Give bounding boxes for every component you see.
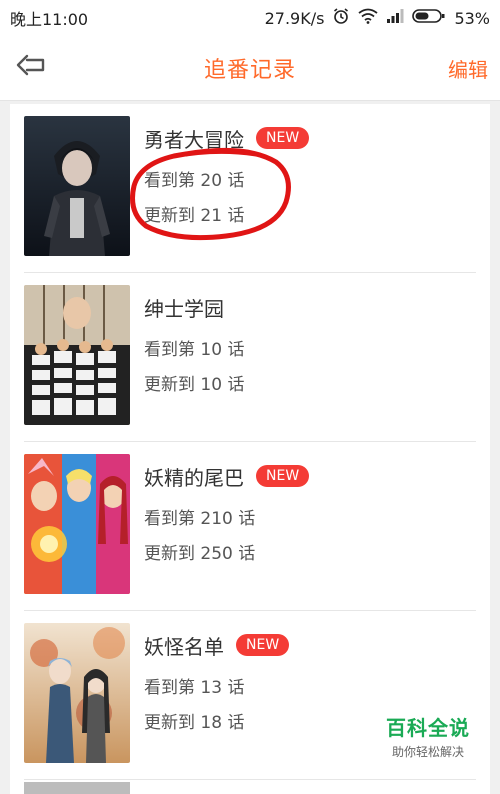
battery-icon: [412, 8, 446, 28]
alarm-icon: [332, 7, 350, 29]
watched-progress: 看到第 20 话: [144, 171, 245, 191]
follow-list: 勇者大冒险 NEW 看到第 20 话 更新到 21 话 绅士学园 看到第 10 …: [10, 104, 490, 794]
watched-progress: 看到第 210 话: [144, 509, 256, 529]
updated-progress: 更新到 250 话: [144, 544, 256, 564]
list-item[interactable]: 妖精的尾巴 NEW 看到第 210 话 更新到 250 话: [24, 442, 476, 611]
app-bar: 追番记录 编辑: [0, 36, 500, 100]
watermark-title: 百科全说: [386, 716, 470, 740]
status-bar: 晚上11:00 27.9K/s 53%: [0, 0, 500, 36]
watermark-subtitle: 助你轻松解决: [391, 745, 464, 759]
wifi-icon: [358, 8, 378, 28]
signal-icon: [386, 8, 404, 28]
status-indicators: 27.9K/s 53%: [265, 7, 490, 29]
new-badge: NEW: [236, 634, 290, 656]
network-speed: 27.9K/s: [264, 8, 325, 28]
updated-progress: 更新到 21 话: [144, 206, 245, 226]
item-title: 勇者大冒险: [144, 127, 244, 152]
item-title: 妖怪名单: [144, 634, 224, 659]
list-item[interactable]: 绅士学园 看到第 10 话 更新到 10 话: [24, 273, 476, 442]
new-badge: NEW: [256, 465, 310, 487]
item-title: 绅士学园: [144, 296, 224, 321]
cover-image: [24, 623, 130, 763]
edit-button[interactable]: 编辑: [448, 54, 488, 83]
cover-image: [24, 454, 130, 594]
back-button[interactable]: [14, 50, 48, 84]
item-info: 勇者大冒险 NEW 看到第 20 话 更新到 21 话: [144, 122, 476, 226]
next-cover-partial: [24, 782, 130, 794]
list-item[interactable]: 勇者大冒险 NEW 看到第 20 话 更新到 21 话: [24, 104, 476, 273]
watched-progress: 看到第 13 话: [144, 678, 245, 698]
watched-progress: 看到第 10 话: [144, 340, 245, 360]
back-arrow-icon: [15, 53, 47, 81]
cover-image: [24, 116, 130, 256]
item-info: 妖精的尾巴 NEW 看到第 210 话 更新到 250 话: [144, 460, 476, 564]
item-title: 妖精的尾巴: [144, 465, 244, 490]
cover-image: [24, 285, 130, 425]
status-time: 晚上11:00: [10, 10, 89, 29]
battery-percent: 53%: [454, 8, 490, 28]
item-info: 绅士学园 看到第 10 话 更新到 10 话: [144, 291, 476, 396]
watermark: 百科全说 助你轻松解决: [386, 712, 470, 760]
new-badge: NEW: [256, 127, 310, 149]
updated-progress: 更新到 10 话: [144, 375, 245, 395]
page-title: 追番记录: [203, 58, 296, 83]
